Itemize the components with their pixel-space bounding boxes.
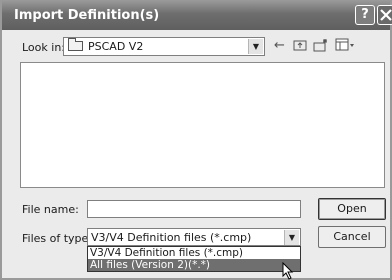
- option-v3v4-definition-files[interactable]: V3/V4 Definition files (*.cmp): [88, 247, 300, 259]
- help-button[interactable]: ?: [355, 5, 375, 25]
- view-menu-icon[interactable]: [335, 38, 355, 55]
- files-of-type-value: V3/V4 Definition files (*.cmp): [91, 231, 252, 244]
- close-button[interactable]: [377, 5, 392, 25]
- folder-icon: [68, 38, 83, 51]
- file-name-label: File name:: [22, 203, 79, 216]
- file-list[interactable]: [20, 62, 385, 188]
- look-in-dropdown[interactable]: PSCAD V2 ▼: [63, 37, 265, 56]
- close-icon: [380, 9, 392, 21]
- back-arrow-icon[interactable]: ←: [274, 38, 285, 53]
- look-in-label: Look in:: [22, 41, 65, 54]
- title-bar[interactable]: Import Definition(s) ?: [2, 0, 392, 30]
- file-name-input[interactable]: [87, 200, 301, 218]
- import-definitions-dialog: Import Definition(s) ? Look in: PSCAD V2…: [0, 0, 392, 280]
- new-folder-icon[interactable]: [313, 38, 329, 56]
- look-in-value: PSCAD V2: [88, 40, 144, 53]
- files-of-type-dropdown[interactable]: V3/V4 Definition files (*.cmp) ▼: [87, 228, 301, 246]
- cancel-button[interactable]: Cancel: [318, 226, 386, 248]
- open-button[interactable]: Open: [318, 198, 386, 220]
- mouse-pointer-icon: [282, 262, 294, 280]
- chevron-down-icon[interactable]: ▼: [248, 39, 263, 54]
- option-all-files[interactable]: All files (Version 2)(*.*): [88, 259, 300, 271]
- files-of-type-options: V3/V4 Definition files (*.cmp) All files…: [87, 246, 301, 272]
- chevron-down-icon[interactable]: ▼: [284, 230, 299, 245]
- window-title: Import Definition(s): [14, 8, 160, 23]
- files-of-type-label: Files of type:: [22, 232, 93, 245]
- up-folder-icon[interactable]: [293, 38, 307, 55]
